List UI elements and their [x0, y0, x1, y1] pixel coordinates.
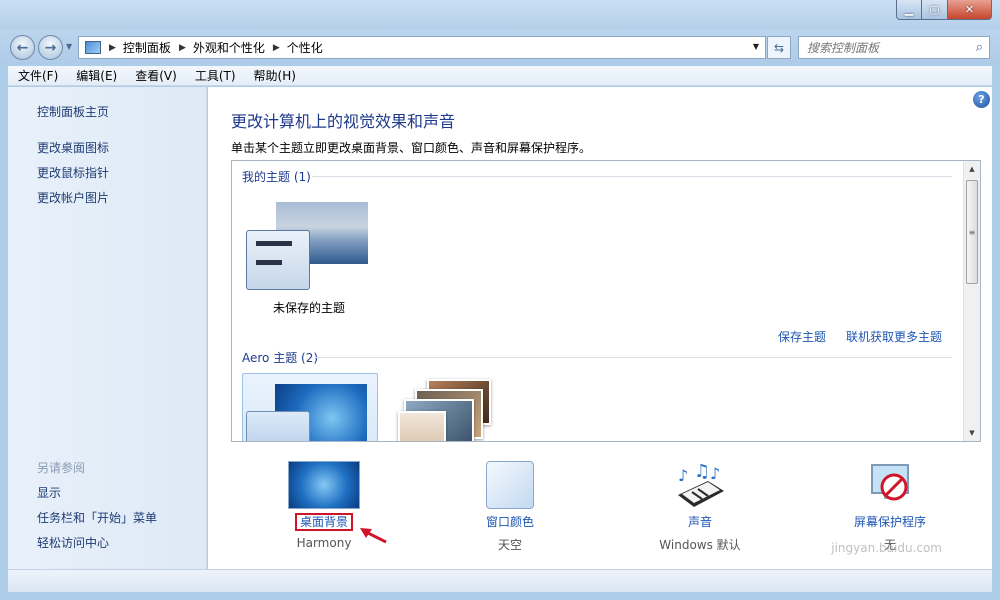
sidebar-link-control-panel-home[interactable]: 控制面板主页 — [37, 103, 109, 120]
forward-button[interactable]: → — [38, 35, 63, 60]
see-also-ease-of-access[interactable]: 轻松访问中心 — [37, 534, 109, 551]
window-color-label[interactable]: 窗口颜色 — [470, 513, 550, 530]
see-also-taskbar[interactable]: 任务栏和「开始」菜单 — [37, 509, 157, 526]
menu-tools[interactable]: 工具(T) — [185, 67, 244, 84]
navigation-bar: ← → ▼ ▶ 控制面板 ▶ 外观和个性化 ▶ 个性化 ▼ ⇆ ⌕ — [0, 30, 1000, 64]
sidebar-link-account-picture[interactable]: 更改帐户图片 — [37, 189, 109, 206]
menu-view[interactable]: 查看(V) — [125, 67, 185, 84]
search-icon[interactable]: ⌕ — [976, 40, 983, 55]
desktop-background-thumbnail — [288, 461, 360, 509]
watermark-text: jingyan.baidu.com — [831, 541, 942, 555]
svg-text:♫: ♫ — [694, 461, 710, 482]
svg-text:♪: ♪ — [678, 466, 688, 485]
sound-value: Windows 默认 — [659, 538, 741, 552]
theme-window-preview — [398, 411, 446, 441]
unsaved-theme-label: 未保存的主题 — [273, 301, 346, 315]
theme-list: 我的主题 (1) 未保存的主题 保存主题 联机获取更多主题 Aero 主题 (2… — [231, 160, 981, 442]
desktop-background-label[interactable]: 桌面背景 — [294, 513, 353, 531]
unsaved-theme-window-preview — [246, 230, 310, 290]
breadcrumb-separator-icon[interactable]: ▶ — [109, 43, 116, 53]
sidebar-link-mouse-pointers[interactable]: 更改鼠标指针 — [37, 164, 109, 181]
red-arrow-annotation-icon — [360, 528, 387, 544]
recent-pages-dropdown[interactable]: ▼ — [66, 42, 72, 51]
menu-help[interactable]: 帮助(H) — [244, 67, 304, 84]
title-bar: ▁ ▢ ✕ — [0, 0, 1000, 30]
screen-saver-label[interactable]: 屏幕保护程序 — [838, 513, 942, 530]
minimize-icon: ▁ — [904, 3, 914, 16]
help-icon: ? — [978, 93, 985, 106]
forward-arrow-icon: → — [44, 39, 57, 56]
page-description: 单击某个主题立即更改桌面背景、窗口颜色、声音和屏幕保护程序。 — [231, 141, 592, 155]
refresh-icon: ⇆ — [773, 40, 785, 55]
sidebar-link-desktop-icons[interactable]: 更改桌面图标 — [37, 139, 109, 156]
address-bar[interactable]: ▶ 控制面板 ▶ 外观和个性化 ▶ 个性化 ▼ — [78, 36, 766, 59]
desktop-background-setting[interactable]: 桌面背景 Harmony — [288, 461, 360, 550]
close-icon: ✕ — [964, 3, 975, 16]
breadcrumb-control-panel[interactable]: 控制面板 — [123, 39, 171, 56]
help-button[interactable]: ? — [973, 91, 990, 108]
control-panel-icon — [85, 41, 101, 54]
menu-bar: 文件(F) 编辑(E) 查看(V) 工具(T) 帮助(H) — [8, 66, 992, 86]
close-button[interactable]: ✕ — [948, 0, 992, 20]
page-title: 更改计算机上的视觉效果和声音 — [231, 112, 456, 131]
breadcrumb: ▶ 控制面板 ▶ 外观和个性化 ▶ 个性化 — [107, 39, 323, 56]
sound-icon: ♪ ♫ ♪ — [672, 461, 728, 509]
back-button[interactable]: ← — [10, 35, 35, 60]
aero-themes-title: Aero 主题 (2) — [242, 351, 319, 365]
window-color-thumbnail — [486, 461, 534, 509]
scroll-down-icon[interactable]: ▼ — [964, 425, 980, 441]
screen-saver-setting[interactable]: 屏幕保护程序 无 — [838, 461, 942, 553]
breadcrumb-personalization[interactable]: 个性化 — [287, 39, 323, 56]
breadcrumb-appearance[interactable]: 外观和个性化 — [193, 39, 265, 56]
scroll-up-icon[interactable]: ▲ — [964, 161, 980, 177]
desktop-background-value: Harmony — [296, 536, 352, 550]
window-color-value: 天空 — [497, 538, 522, 552]
menu-file[interactable]: 文件(F) — [8, 67, 66, 84]
sound-label[interactable]: 声音 — [650, 513, 750, 530]
back-arrow-icon: ← — [16, 39, 29, 56]
sound-setting[interactable]: ♪ ♫ ♪ 声音 Windows 默认 — [650, 461, 750, 553]
address-dropdown-icon[interactable]: ▼ — [753, 42, 759, 51]
screen-saver-icon — [862, 461, 918, 509]
main-content: ? 更改计算机上的视觉效果和声音 单击某个主题立即更改桌面背景、窗口颜色、声音和… — [208, 87, 992, 569]
get-more-themes-link[interactable]: 联机获取更多主题 — [846, 328, 942, 345]
window-controls: ▁ ▢ ✕ — [896, 0, 992, 20]
search-input[interactable] — [799, 37, 959, 58]
sidebar: 控制面板主页 更改桌面图标 更改鼠标指针 更改帐户图片 另请参阅 显示 任务栏和… — [8, 87, 207, 569]
status-bar — [8, 569, 992, 592]
group-divider — [312, 176, 952, 177]
my-themes-title: 我的主题 (1) — [242, 170, 311, 184]
maximize-button[interactable]: ▢ — [922, 0, 948, 20]
scrollbar-thumb[interactable]: ≡ — [966, 180, 978, 284]
windows7-theme-window-preview — [246, 411, 310, 441]
search-box[interactable]: ⌕ — [798, 36, 990, 59]
svg-text:♪: ♪ — [710, 464, 720, 483]
window-color-setting[interactable]: 窗口颜色 天空 — [470, 461, 550, 553]
breadcrumb-separator-icon[interactable]: ▶ — [179, 43, 186, 53]
maximize-icon: ▢ — [929, 3, 940, 16]
see-also-title: 另请参阅 — [37, 461, 86, 475]
group-divider — [316, 357, 952, 358]
minimize-button[interactable]: ▁ — [896, 0, 922, 20]
refresh-button[interactable]: ⇆ — [767, 36, 791, 59]
theme-list-scrollbar[interactable]: ▲ ≡ ▼ — [963, 161, 980, 441]
breadcrumb-separator-icon[interactable]: ▶ — [273, 43, 280, 53]
menu-edit[interactable]: 编辑(E) — [66, 67, 125, 84]
save-theme-link[interactable]: 保存主题 — [778, 328, 826, 345]
see-also-display[interactable]: 显示 — [37, 484, 61, 501]
